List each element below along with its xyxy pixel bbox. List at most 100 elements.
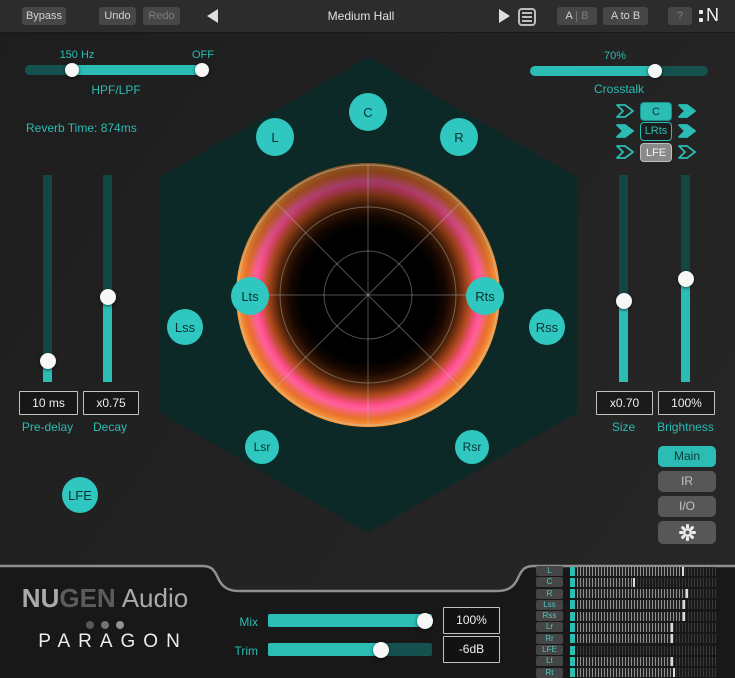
meter-label: Rss [536, 611, 563, 621]
meter-scale [577, 612, 716, 621]
crosstalk-label: Crosstalk [530, 82, 708, 96]
meter-input-block [570, 668, 575, 677]
decay-handle[interactable] [100, 289, 116, 305]
meter-peak [683, 600, 685, 609]
routing-button-lfe[interactable]: LFE [640, 143, 672, 162]
a-to-b-button[interactable]: A to B [603, 7, 648, 25]
undo-button[interactable]: Undo [99, 7, 136, 25]
meters: L C R Lss [536, 566, 722, 678]
bypass-button[interactable]: Bypass [22, 7, 66, 25]
channel-button-lts[interactable]: Lts [231, 277, 269, 315]
channel-button-lss[interactable]: Lss [167, 309, 203, 345]
brand-logo: NUGENAudio [15, 583, 195, 614]
mix-label: Mix [200, 615, 258, 629]
routing-button-lrts[interactable]: LRts [640, 122, 672, 141]
meter-input-block [570, 589, 575, 598]
lpf-value: OFF [173, 49, 233, 61]
trim-slider[interactable] [268, 643, 432, 656]
meter-input-block [570, 634, 575, 643]
size-value[interactable]: x0.70 [596, 391, 653, 415]
meter-active [577, 567, 683, 576]
meter-scale [577, 600, 716, 609]
meter-peak [671, 657, 673, 666]
preset-list-icon[interactable] [518, 8, 536, 26]
meter-scale [577, 668, 716, 677]
meter-input-block [570, 623, 575, 632]
redo-button[interactable]: Redo [143, 7, 180, 25]
channel-button-rsr[interactable]: Rsr [455, 430, 489, 464]
help-button[interactable]: ? [668, 7, 692, 25]
meter-active [577, 657, 672, 666]
ab-sep-label: | [575, 10, 578, 22]
meter-scale [577, 623, 716, 632]
trim-label: Trim [200, 644, 258, 658]
meter-label: C [536, 577, 563, 587]
lpf-handle[interactable] [195, 63, 209, 77]
ab-b-label: B [581, 10, 588, 22]
routing-in-c-icon[interactable] [615, 103, 635, 119]
channel-button-l[interactable]: L [256, 118, 294, 156]
channel-button-r[interactable]: R [440, 118, 478, 156]
hpf-handle[interactable] [65, 63, 79, 77]
view-tab-ir[interactable]: IR [658, 471, 716, 492]
channel-button-c[interactable]: C [349, 93, 387, 131]
brand-dots-icon [15, 621, 195, 629]
meter-peak [633, 578, 635, 587]
decay-value[interactable]: x0.75 [83, 391, 139, 415]
preset-name[interactable]: Medium Hall [281, 9, 441, 23]
mix-slider[interactable] [268, 614, 432, 627]
routing-in-lrts-icon[interactable] [615, 123, 635, 139]
settings-button[interactable] [658, 521, 716, 544]
channel-button-lfe[interactable]: LFE [62, 477, 98, 513]
channel-button-rts[interactable]: Rts [466, 277, 504, 315]
next-preset-icon[interactable] [499, 9, 510, 23]
product-name: PARAGON [15, 631, 203, 653]
pre-delay-handle[interactable] [40, 353, 56, 369]
meter-scale [577, 589, 716, 598]
channel-button-lsr[interactable]: Lsr [245, 430, 279, 464]
nugen-logo-n: N [706, 5, 719, 26]
view-tab-io[interactable]: I/O [658, 496, 716, 517]
size-slider[interactable] [619, 175, 628, 382]
mix-value[interactable]: 100% [443, 607, 500, 634]
meter-row: Lt [536, 656, 722, 666]
brightness-fill [681, 279, 690, 383]
brand-audio: Audio [122, 583, 189, 613]
meter-label: Lss [536, 600, 563, 610]
mix-fill [268, 614, 432, 627]
meter-input-block [570, 646, 575, 655]
brightness-label: Brightness [643, 420, 728, 434]
hpf-lpf-slider[interactable] [25, 65, 207, 75]
brightness-slider[interactable] [681, 175, 690, 382]
decay-slider[interactable] [103, 175, 112, 382]
crosstalk-handle[interactable] [648, 64, 662, 78]
trim-value[interactable]: -6dB [443, 636, 500, 663]
meter-row: Rr [536, 634, 722, 644]
pre-delay-value[interactable]: 10 ms [19, 391, 78, 415]
ab-compare-button[interactable]: A | B [557, 7, 597, 25]
size-handle[interactable] [616, 293, 632, 309]
crosstalk-slider[interactable] [530, 66, 708, 76]
meter-row: Lss [536, 600, 722, 610]
pre-delay-slider[interactable] [43, 175, 52, 382]
meter-scale [577, 578, 716, 587]
decay-fill [103, 297, 112, 382]
trim-handle[interactable] [373, 642, 389, 658]
channel-button-rss[interactable]: Rss [529, 309, 565, 345]
routing-in-lfe-icon[interactable] [615, 144, 635, 160]
previous-preset-icon[interactable] [207, 9, 218, 23]
routing-out-lfe-icon[interactable] [677, 144, 697, 160]
routing-out-lrts-icon[interactable] [677, 123, 697, 139]
meter-peak [686, 589, 688, 598]
meter-label: Lt [536, 656, 563, 666]
meter-input-block [570, 578, 575, 587]
decay-label: Decay [83, 420, 137, 434]
brightness-value[interactable]: 100% [658, 391, 715, 415]
routing-out-c-icon[interactable] [677, 103, 697, 119]
brightness-handle[interactable] [678, 271, 694, 287]
routing-button-c[interactable]: C [640, 102, 672, 121]
view-tab-main[interactable]: Main [658, 446, 716, 467]
meter-row: R [536, 589, 722, 599]
meter-input-block [570, 567, 575, 576]
mix-handle[interactable] [417, 613, 433, 629]
